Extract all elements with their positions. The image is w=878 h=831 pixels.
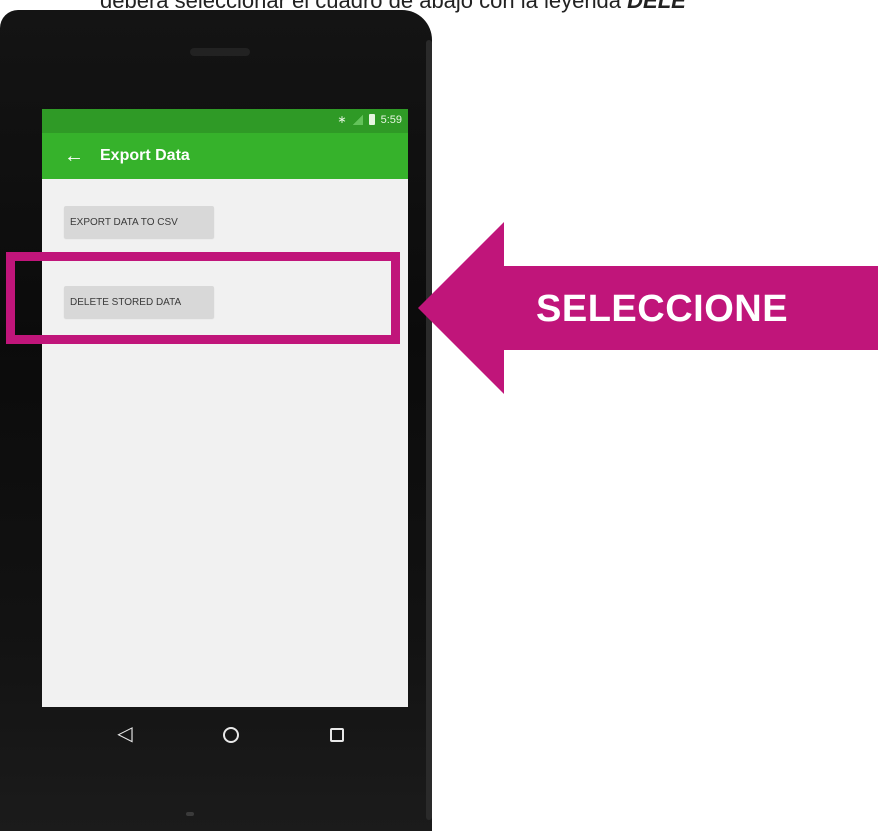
navigation-bar: ◁ — [42, 707, 408, 761]
status-time: 5:59 — [380, 113, 402, 126]
page-title: Export Data — [100, 147, 190, 164]
nav-home-icon[interactable] — [216, 719, 246, 749]
nav-recent-apps-icon[interactable] — [322, 719, 352, 749]
home-circle-shape — [223, 726, 239, 743]
status-bar: ∗ 5:59 — [42, 109, 408, 133]
phone-speaker — [190, 48, 250, 56]
signal-icon — [352, 114, 363, 125]
phone-home-indicator — [186, 812, 194, 816]
app-bar: ← Export Data — [42, 133, 408, 179]
caption-emphasis: DELE — [627, 0, 686, 13]
arrow-label: SELECCIONE — [536, 288, 789, 330]
status-icons: ∗ 5:59 — [337, 113, 402, 127]
back-arrow-icon[interactable]: ← — [62, 146, 86, 166]
nav-back-icon[interactable]: ◁ — [110, 719, 140, 749]
export-data-to-csv-button[interactable]: EXPORT DATA TO CSV — [64, 206, 214, 238]
battery-icon — [368, 114, 375, 125]
phone-screen: ∗ 5:59 ← Export Data EXPORT DATA TO CSV … — [42, 109, 408, 707]
bluetooth-icon: ∗ — [337, 114, 347, 126]
recent-square-shape — [330, 727, 344, 742]
highlight-box — [6, 252, 400, 344]
tutorial-page: deberá seleccionar el cuadro de abajo co… — [0, 0, 878, 831]
phone-edge — [426, 40, 432, 820]
